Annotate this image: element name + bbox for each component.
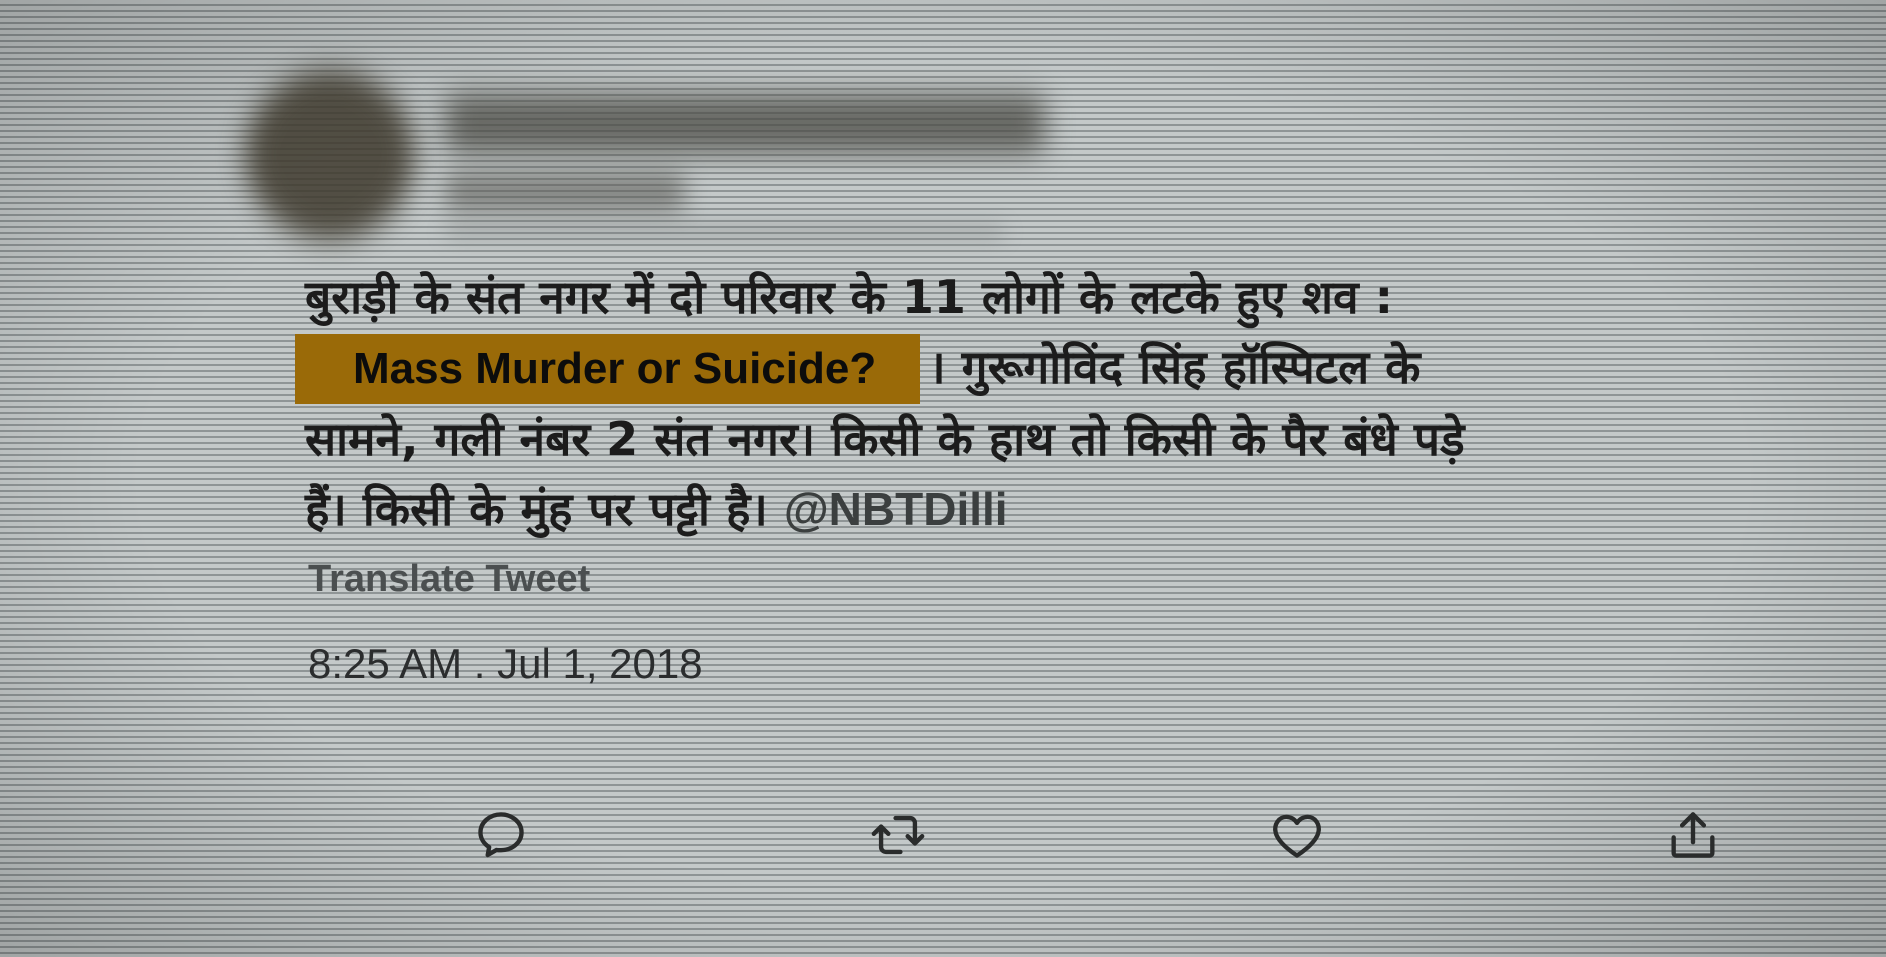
tweet-action-bar [0, 800, 1886, 880]
mention-link[interactable]: @NBTDilli [784, 483, 1008, 535]
tweet-text: बुराड़ी के संत नगर में दो परिवार के 11 ल… [295, 262, 1705, 544]
avatar[interactable] [245, 70, 415, 240]
highlight-caption: Mass Murder or Suicide? [295, 334, 921, 404]
reply-icon [478, 812, 524, 858]
heart-icon [1273, 814, 1321, 858]
translate-tweet-link[interactable]: Translate Tweet [308, 558, 590, 601]
blurred-line [445, 225, 1005, 239]
tweet-line-2-text: । गुरूगोविंद सिंह हॉस्पिटल के [928, 340, 1421, 394]
retweet-button[interactable] [863, 800, 933, 870]
reply-button[interactable] [466, 800, 536, 870]
tweet-line-2: Mass Murder or Suicide? । गुरूगोविंद सिंह… [295, 332, 1705, 404]
retweet-icon [871, 815, 925, 855]
tweet-line-3: सामने, गली नंबर 2 संत नगर। किसी के हाथ त… [305, 412, 1465, 466]
author-name-blurred[interactable] [445, 94, 1045, 154]
tweet-card: बुराड़ी के संत नगर में दो परिवार के 11 ल… [0, 0, 1886, 957]
tweet-line-4-text: हैं। किसी के मुंह पर पट्टी है। [305, 482, 768, 536]
tweet-line-1: बुराड़ी के संत नगर में दो परिवार के 11 ल… [305, 270, 1394, 324]
like-button[interactable] [1262, 800, 1332, 870]
share-icon [1671, 812, 1715, 858]
tweet-line-4: हैं। किसी के मुंह पर पट्टी है। @NBTDilli [305, 474, 1705, 544]
share-button[interactable] [1658, 800, 1728, 870]
tweet-timestamp[interactable]: 8:25 AM . Jul 1, 2018 [308, 640, 703, 688]
tweet-header-blurred [245, 70, 1065, 240]
author-handle-blurred[interactable] [445, 172, 685, 212]
